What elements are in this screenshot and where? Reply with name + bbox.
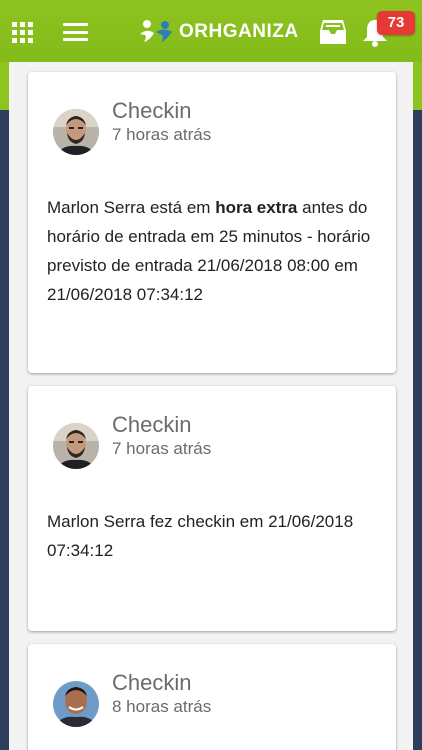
user-avatar <box>53 681 99 727</box>
logo-text: ORHGANIZA <box>179 21 299 42</box>
hamburger-menu-icon[interactable] <box>63 23 88 41</box>
card-title: Checkin <box>112 98 192 123</box>
card-message: Marlon Serra fez checkin em 21/06/2018 0… <box>47 512 354 560</box>
right-edge-strip <box>413 62 422 750</box>
notification-card[interactable]: Checkin 7 horas atrás Marlon Serra fez c… <box>28 386 396 631</box>
card-message: Marlon Serra está em hora extra antes do… <box>47 193 387 309</box>
user-avatar <box>53 109 99 155</box>
notification-feed[interactable]: Checkin 7 horas atrás Marlon Serra está … <box>9 62 413 750</box>
app-logo[interactable]: ORHGANIZA <box>137 18 299 46</box>
logo-mark-icon <box>140 20 172 43</box>
notification-card[interactable]: Checkin 8 horas atrás <box>28 644 396 750</box>
inbox-icon[interactable] <box>318 17 348 47</box>
card-timestamp: 8 horas atrás <box>112 697 212 716</box>
card-timestamp: 7 horas atrás <box>112 439 212 458</box>
notification-card[interactable]: Checkin 7 horas atrás Marlon Serra está … <box>28 72 396 373</box>
left-edge-strip <box>0 62 9 750</box>
top-app-bar: ORHGANIZA 73 <box>0 0 422 62</box>
notification-count-badge[interactable]: 73 <box>377 11 415 35</box>
user-avatar <box>53 423 99 469</box>
card-timestamp: 7 horas atrás <box>112 125 212 144</box>
card-title: Checkin <box>112 412 192 437</box>
card-title: Checkin <box>112 670 192 695</box>
apps-grid-icon[interactable] <box>12 22 33 43</box>
message-text: Marlon Serra está em <box>47 198 216 217</box>
message-highlight: hora extra <box>215 198 298 217</box>
